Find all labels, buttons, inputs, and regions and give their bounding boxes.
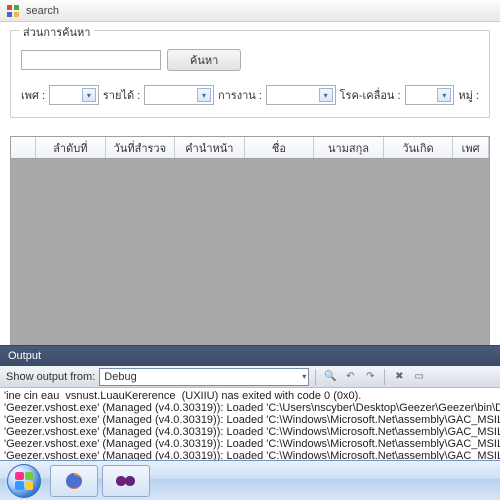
windows-logo-icon [7,464,41,498]
output-pane: Output Show output from: Debug ▾ 🔍 ↶ ↷ ✖… [0,345,500,460]
col-sex[interactable]: เพศ [453,137,489,158]
window-title: search [26,5,59,17]
log-line: 'Geezer.vshost.exe' (Managed (v4.0.30319… [4,402,496,414]
combo-work[interactable]: ▾ [266,85,336,105]
grid-header: ลำดับที่ วันที่สำรวจ คำนำหน้า ชื่อ นามสก… [11,137,489,159]
search-groupbox: ส่วนการค้นหา ค้นหา เพศ : ▾ รายได้ : ▾ กา… [10,30,490,118]
taskbar-app-visualstudio[interactable] [102,465,150,497]
col-prefix[interactable]: คำนำหน้า [175,137,245,158]
log-line: 'Geezer.vshost.exe' (Managed (v4.0.30319… [4,414,496,426]
next-icon[interactable]: ↷ [362,369,378,385]
chevron-down-icon: ▾ [302,372,306,381]
label-income: รายได้ : [103,86,140,104]
app-icon [6,4,20,18]
wrap-icon[interactable]: ▭ [411,369,427,385]
label-sex: เพศ : [21,86,45,104]
log-line: 'Geezer.vshost.exe' (Managed (v4.0.30319… [4,426,496,438]
output-toolbar: Show output from: Debug ▾ 🔍 ↶ ↷ ✖ ▭ [0,366,500,388]
label-moo: หมู่ : [458,86,479,104]
col-firstname[interactable]: ชื่อ [245,137,315,158]
taskbar[interactable] [0,460,500,500]
chevron-down-icon: ▾ [437,88,451,102]
chevron-down-icon: ▾ [197,88,211,102]
search-input[interactable] [21,50,161,70]
label-work: การงาน : [218,86,262,104]
app-window: search ส่วนการค้นหา ค้นหา เพศ : ▾ รายได้… [0,0,500,376]
label-movement: โรค-เคลื่อน : [340,86,401,104]
output-from-label: Show output from: [6,371,95,383]
col-surveydate[interactable]: วันที่สำรวจ [106,137,176,158]
output-source-combo[interactable]: Debug ▾ [99,368,309,386]
col-birthdate[interactable]: วันเกิด [384,137,454,158]
combo-sex[interactable]: ▾ [49,85,99,105]
titlebar[interactable]: search [0,0,500,22]
chevron-down-icon: ▾ [319,88,333,102]
grid-corner[interactable] [11,137,36,158]
groupbox-legend: ส่วนการค้นหา [19,23,94,41]
col-lastname[interactable]: นามสกุล [314,137,384,158]
taskbar-app-firefox[interactable] [50,465,98,497]
prev-icon[interactable]: ↶ [342,369,358,385]
separator [384,369,385,385]
col-seq[interactable]: ลำดับที่ [36,137,106,158]
output-title[interactable]: Output [0,346,500,366]
data-grid[interactable]: ลำดับที่ วันที่สำรวจ คำนำหน้า ชื่อ นามสก… [10,136,490,376]
output-source-value: Debug [104,371,136,383]
combo-movement[interactable]: ▾ [405,85,455,105]
clear-icon[interactable]: ✖ [391,369,407,385]
start-button[interactable] [0,461,48,501]
output-log[interactable]: 'ine cin eau vsnust.LuauKererence (UXIIU… [0,388,500,464]
combo-income[interactable]: ▾ [144,85,214,105]
find-icon[interactable]: 🔍 [322,369,338,385]
chevron-down-icon: ▾ [82,88,96,102]
firefox-icon [64,471,84,491]
search-button[interactable]: ค้นหา [167,49,241,71]
log-line: 'Geezer.vshost.exe' (Managed (v4.0.30319… [4,438,496,450]
log-line: 'ine cin eau vsnust.LuauKererence (UXIIU… [4,390,496,402]
visual-studio-icon [115,472,137,490]
separator [315,369,316,385]
